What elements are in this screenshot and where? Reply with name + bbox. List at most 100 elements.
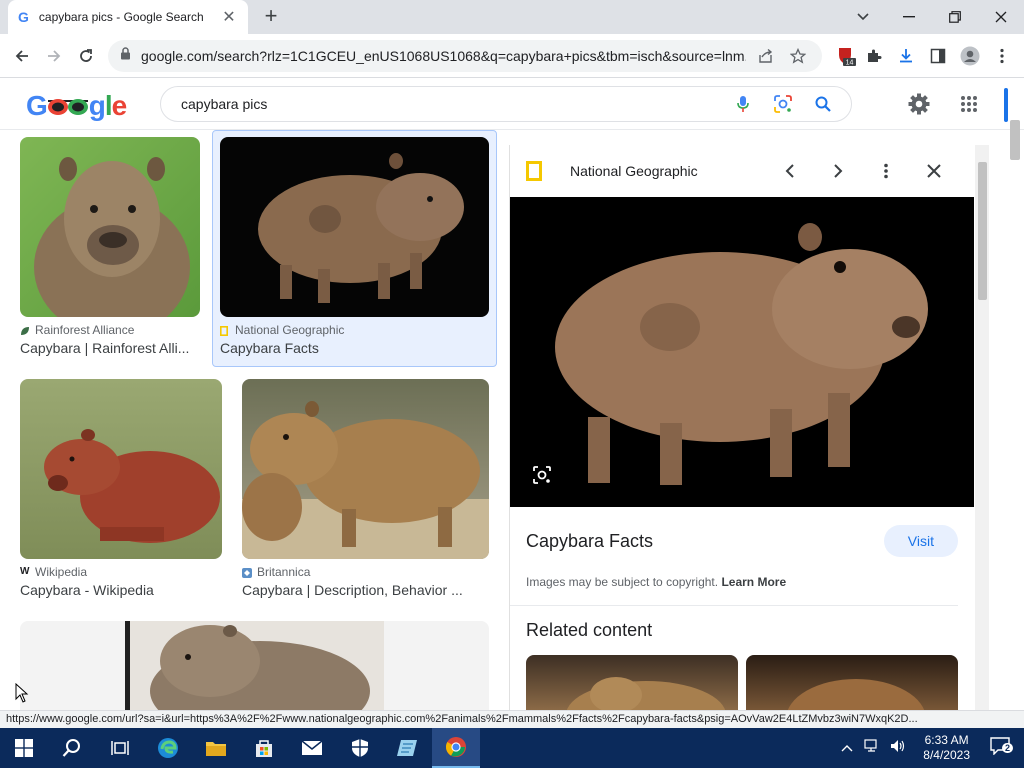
taskbar-clock[interactable]: 6:33 AM 8/4/2023 <box>911 733 982 763</box>
image-result[interactable]: Rainforest Alliance Capybara | Rainfores… <box>20 137 210 356</box>
google-logo[interactable]: Ggle <box>26 90 127 122</box>
extension-shield-icon[interactable]: 14 <box>832 42 860 70</box>
leaf-icon <box>20 325 30 335</box>
image-result[interactable]: National Geographic Capybara Facts <box>220 137 490 356</box>
result-thumbnail[interactable] <box>220 137 489 317</box>
notification-center-icon[interactable]: 2 <box>982 736 1024 760</box>
settings-gear-icon[interactable] <box>906 91 932 117</box>
tab-search-icon[interactable] <box>850 4 876 30</box>
result-title[interactable]: Capybara | Rainforest Alli... <box>20 340 210 356</box>
address-bar[interactable]: google.com/search?rlz=1C1GCEU_enUS1068US… <box>108 40 822 72</box>
search-icon[interactable] <box>803 96 843 112</box>
download-icon[interactable] <box>892 42 920 70</box>
forward-button[interactable] <box>40 42 68 70</box>
lens-search-icon[interactable] <box>532 465 552 490</box>
copyright-text: Images may be subject to copyright. <box>526 575 719 589</box>
clock-date: 8/4/2023 <box>923 748 970 762</box>
search-box[interactable]: capybara pics <box>160 86 852 122</box>
edge-icon[interactable] <box>144 728 192 768</box>
image-result[interactable]: W Wikipedia Capybara - Wikipedia <box>20 379 224 598</box>
tray-chevron-icon[interactable] <box>835 739 859 757</box>
britannica-icon <box>242 567 252 578</box>
minimize-button[interactable] <box>886 0 932 34</box>
panel-header: National Geographic <box>510 145 974 197</box>
notification-count: 2 <box>1002 742 1014 753</box>
panel-scrollbar-thumb[interactable] <box>978 162 987 300</box>
clock-time: 6:33 AM <box>924 733 969 747</box>
result-thumbnail[interactable] <box>20 137 200 317</box>
tab-close-icon[interactable]: ✕ <box>220 7 238 27</box>
result-source-label: National Geographic <box>235 323 345 337</box>
search-icon[interactable] <box>48 728 96 768</box>
apps-grid-icon[interactable] <box>956 91 982 117</box>
page-scrollbar-thumb[interactable] <box>1010 120 1020 160</box>
lens-camera-icon[interactable] <box>763 95 803 113</box>
side-panel-icon[interactable] <box>924 42 952 70</box>
panel-title[interactable]: Capybara Facts <box>526 531 653 552</box>
result-thumbnail[interactable] <box>20 379 222 559</box>
reload-button[interactable] <box>72 42 100 70</box>
tab-strip: G capybara pics - Google Search ✕ + <box>0 0 1024 34</box>
next-arrow-icon[interactable] <box>814 156 862 186</box>
image-result[interactable]: Britannica Capybara | Description, Behav… <box>242 379 490 598</box>
start-windows-icon[interactable] <box>0 728 48 768</box>
result-source: W Wikipedia <box>20 565 224 579</box>
learn-more-link[interactable]: Learn More <box>721 575 786 589</box>
share-icon[interactable] <box>754 44 778 68</box>
app-document-icon[interactable] <box>384 728 432 768</box>
file-explorer-icon[interactable] <box>192 728 240 768</box>
bookmark-star-icon[interactable] <box>786 44 810 68</box>
microsoft-store-icon[interactable] <box>240 728 288 768</box>
result-title[interactable]: Capybara | Description, Behavior ... <box>242 582 490 598</box>
google-favicon-icon: G <box>18 9 29 25</box>
close-window-button[interactable] <box>978 0 1024 34</box>
profile-avatar-icon[interactable] <box>956 42 984 70</box>
previous-arrow-icon[interactable] <box>766 156 814 186</box>
preview-image[interactable] <box>510 197 974 507</box>
extension-badge: 14 <box>846 60 854 67</box>
url-text: google.com/search?rlz=1C1GCEU_enUS1068US… <box>141 48 746 64</box>
browser-toolbar: google.com/search?rlz=1C1GCEU_enUS1068US… <box>0 34 1024 78</box>
natgeo-logo-icon <box>220 325 230 336</box>
task-view-icon[interactable] <box>96 728 144 768</box>
chrome-icon[interactable] <box>432 728 480 768</box>
security-shield-icon[interactable] <box>336 728 384 768</box>
windows-taskbar: 6:33 AM 8/4/2023 2 <box>0 728 1024 768</box>
microphone-icon[interactable] <box>723 95 763 113</box>
result-source-label: Rainforest Alliance <box>35 323 135 337</box>
related-content-heading: Related content <box>526 620 653 640</box>
visit-button[interactable]: Visit <box>883 525 958 557</box>
result-thumbnail[interactable] <box>20 621 489 710</box>
close-panel-icon[interactable] <box>910 156 958 186</box>
result-source: Rainforest Alliance <box>20 323 210 337</box>
result-source: Britannica <box>242 565 490 579</box>
extensions-puzzle-icon[interactable] <box>860 42 888 70</box>
chrome-menu-icon[interactable] <box>988 42 1016 70</box>
browser-tab[interactable]: G capybara pics - Google Search ✕ <box>8 0 248 34</box>
google-header: Ggle capybara pics <box>0 78 1024 130</box>
result-title[interactable]: Capybara Facts <box>220 340 490 356</box>
page-scrollbar[interactable] <box>1006 130 1024 710</box>
back-button[interactable] <box>8 42 36 70</box>
related-thumbnail[interactable] <box>526 655 738 710</box>
wikipedia-w-icon: W <box>20 566 30 577</box>
account-edge-indicator <box>1004 88 1008 122</box>
mouse-cursor-icon <box>15 682 29 708</box>
more-options-icon[interactable] <box>862 156 910 186</box>
related-thumbnail[interactable] <box>746 655 958 710</box>
result-title[interactable]: Capybara - Wikipedia <box>20 582 224 598</box>
result-source-label: Wikipedia <box>35 565 88 579</box>
image-result[interactable] <box>20 621 490 710</box>
volume-icon[interactable] <box>885 739 911 758</box>
panel-source[interactable]: National Geographic <box>570 163 766 179</box>
result-thumbnail[interactable] <box>242 379 489 559</box>
new-tab-button[interactable]: + <box>258 4 284 30</box>
natgeo-logo-icon <box>526 161 542 181</box>
copyright-notice: Images may be subject to copyright. Lear… <box>510 557 974 589</box>
result-source-label: Britannica <box>257 565 311 579</box>
search-query[interactable]: capybara pics <box>181 96 723 112</box>
mail-icon[interactable] <box>288 728 336 768</box>
restore-button[interactable] <box>932 0 978 34</box>
network-icon[interactable] <box>859 738 885 758</box>
lock-icon[interactable] <box>120 47 131 65</box>
